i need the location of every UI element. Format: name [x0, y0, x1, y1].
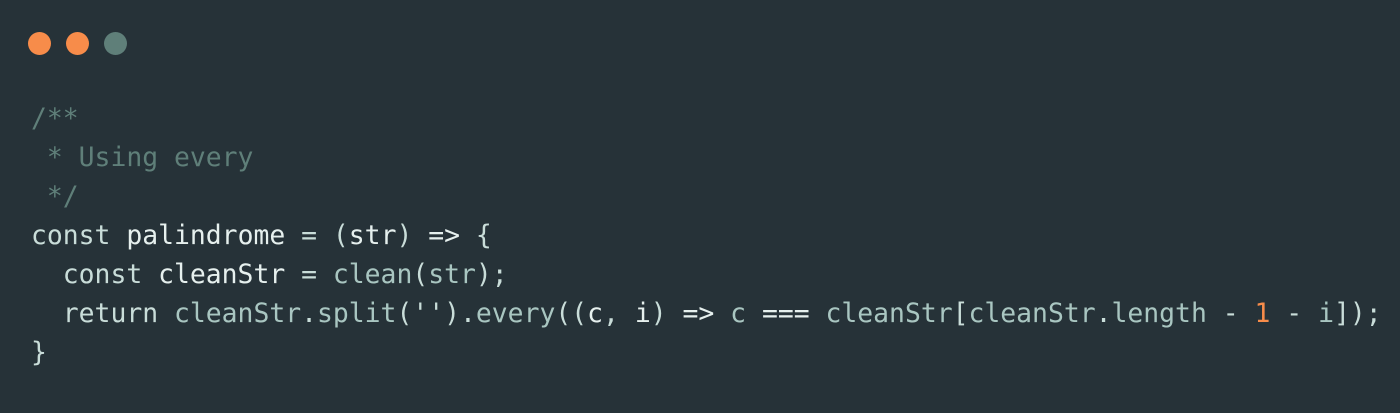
code-token-ident: i [634, 298, 651, 329]
code-line: const cleanStr = clean(str); [31, 255, 1382, 294]
code-token-punc: = [285, 259, 333, 290]
code-token-ident: str [348, 220, 397, 251]
code-token-ident: palindrome [126, 220, 286, 251]
code-token-num: 1 [1254, 298, 1271, 329]
code-token-op: === [761, 298, 810, 329]
code-token-fn: cleanStr [825, 298, 953, 329]
code-token-punc: ); [475, 259, 508, 290]
code-token-keyword: const [31, 259, 159, 290]
code-token-keyword: const [31, 220, 127, 251]
code-line: const palindrome = (str) => { [31, 216, 1382, 255]
code-token-punc: ]); [1333, 298, 1382, 329]
code-token-fn: c [730, 298, 747, 329]
code-token-punc: = ( [285, 220, 349, 251]
code-token-punc: (( [555, 298, 588, 329]
code-token-fn: every [475, 298, 556, 329]
code-token-punc: . [1095, 298, 1112, 329]
window-controls [28, 32, 127, 55]
code-token-punc: - [1206, 298, 1255, 329]
code-token-punc: - [1270, 298, 1319, 329]
code-token-ident: c [587, 298, 604, 329]
code-token-fn: cleanStr [968, 298, 1096, 329]
close-dot-icon[interactable] [28, 32, 51, 55]
code-token-punc: } [31, 337, 47, 368]
code-token-punc: . [301, 298, 317, 329]
code-line: */ [31, 177, 1382, 216]
code-token-punc [810, 298, 826, 329]
code-token-fn: i [1318, 298, 1334, 329]
code-token-fn: clean [332, 259, 413, 290]
code-token-punc: , [603, 298, 635, 329]
code-token-punc [714, 298, 730, 329]
code-token-fn: cleanStr [174, 298, 302, 329]
code-token-comment: */ [31, 181, 79, 212]
code-token-punc: (''). [396, 298, 476, 329]
code-token-punc: ) [650, 298, 683, 329]
code-token-punc: ( [412, 259, 429, 290]
code-token-ident: cleanStr [158, 259, 286, 290]
code-token-punc: [ [952, 298, 969, 329]
code-line: * Using every [31, 138, 1382, 177]
code-line: /** [31, 99, 1382, 138]
code-token-punc [746, 298, 762, 329]
maximize-dot-icon[interactable] [104, 32, 127, 55]
code-line: } [31, 333, 1382, 372]
code-token-fn: length [1111, 298, 1207, 329]
minimize-dot-icon[interactable] [66, 32, 89, 55]
code-token-comment: /** [31, 103, 79, 134]
code-block: /** * Using every */ const palindrome = (… [31, 99, 1382, 372]
code-token-keyword: return [31, 298, 174, 329]
code-token-op: => [682, 298, 715, 329]
code-token-comment: * Using every [31, 142, 254, 173]
code-token-punc: ) [396, 220, 429, 251]
code-token-punc: { [460, 220, 492, 251]
code-token-fn: str [428, 259, 476, 290]
code-line: return cleanStr.split('').every((c, i) =… [31, 294, 1382, 333]
code-token-fn: split [317, 298, 397, 329]
code-token-op: => [428, 220, 461, 251]
